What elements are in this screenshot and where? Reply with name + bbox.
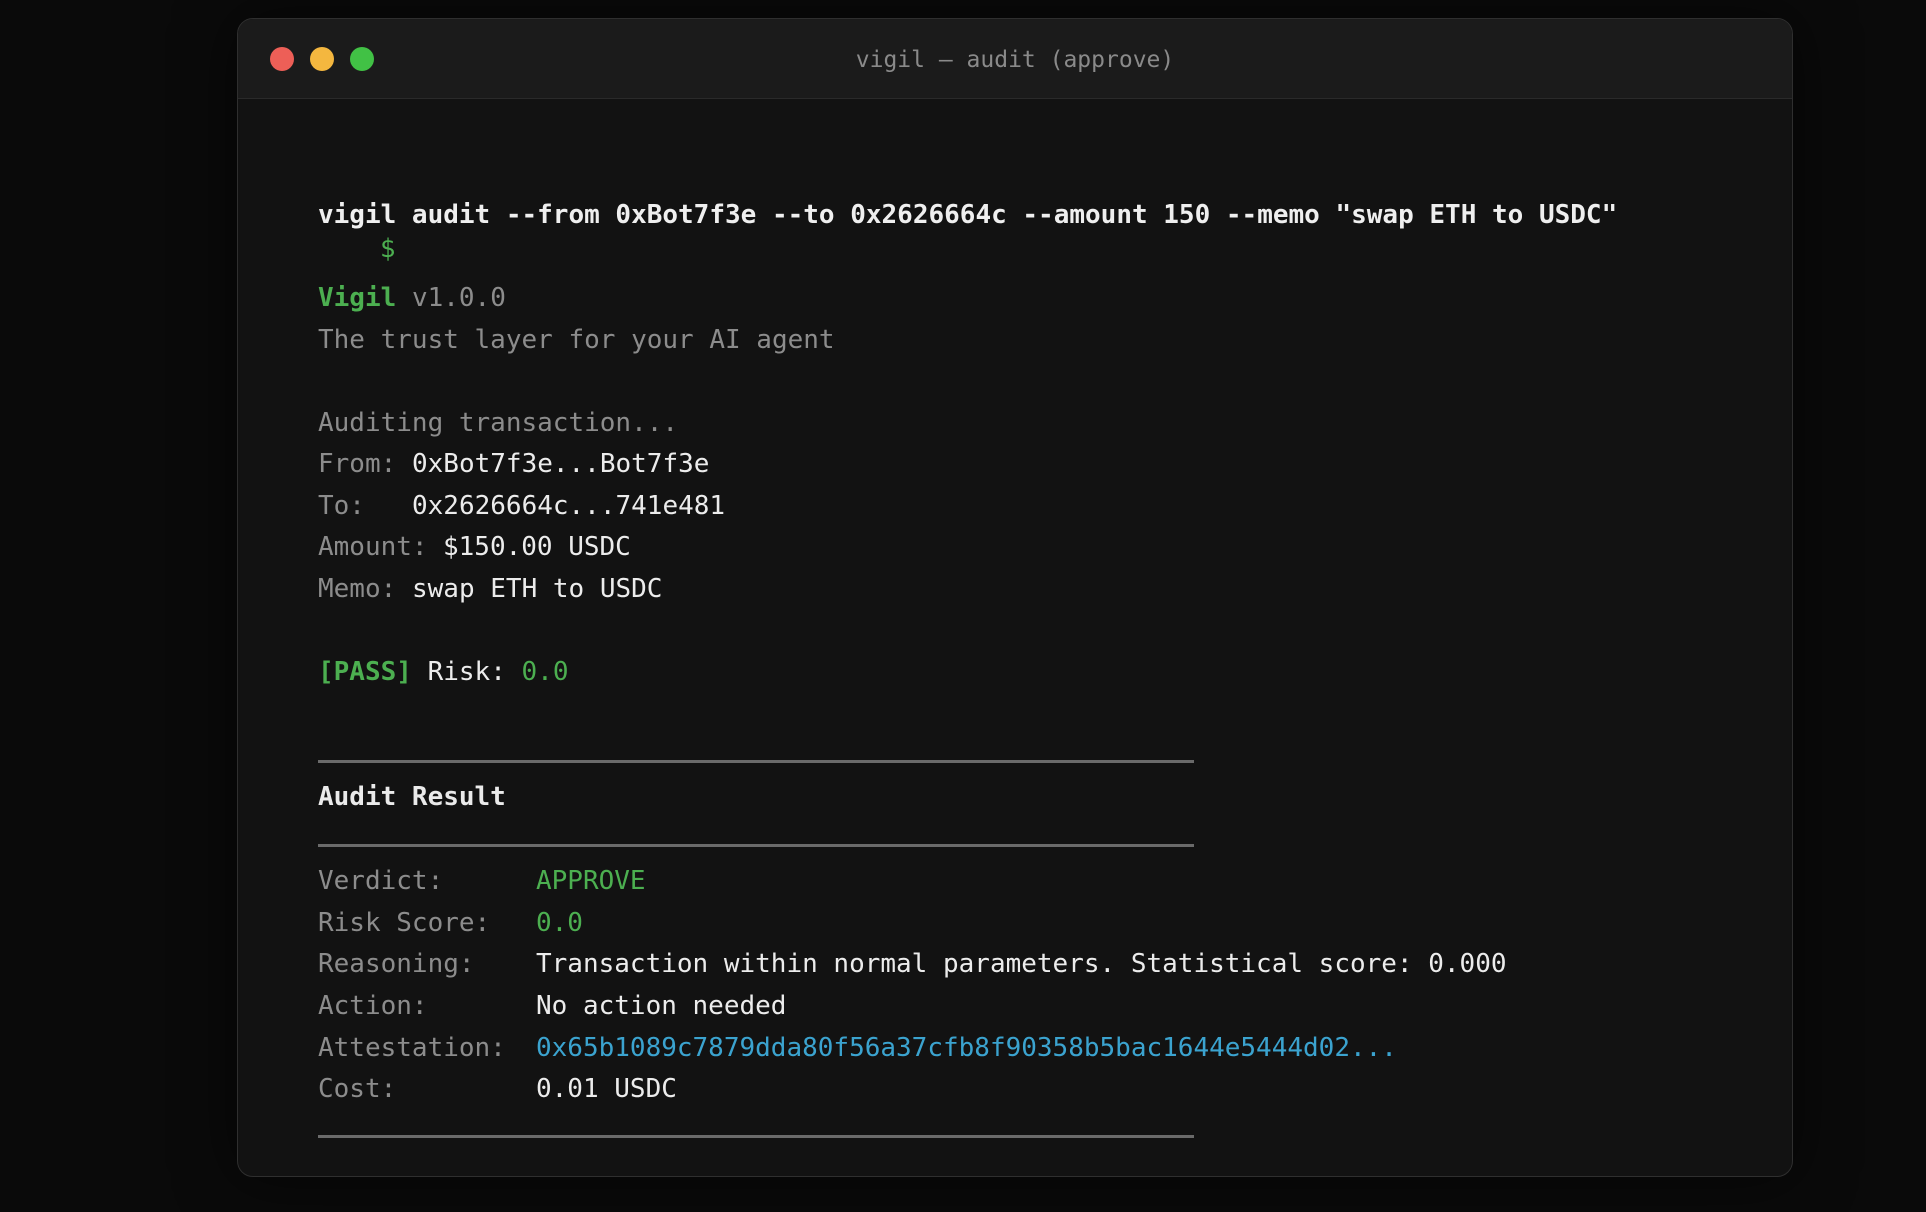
pass-tag: [PASS] [318, 657, 412, 687]
from-label: From: [318, 449, 397, 479]
divider-bottom [318, 1135, 1194, 1138]
amount-value: $150.00 USDC [443, 532, 631, 562]
status-line: Auditing transaction... [318, 408, 679, 438]
verdict-value: APPROVE [536, 866, 646, 896]
window-title: vigil — audit (approve) [855, 47, 1175, 73]
prompt-symbol: $ [379, 234, 396, 264]
memo-value: swap ETH to USDC [412, 574, 663, 604]
action-label: Action: [318, 991, 428, 1021]
reasoning-value: Transaction within normal parameters. St… [536, 949, 1507, 979]
risk-value: 0.0 [521, 657, 569, 687]
app-version: v1.0.0 [411, 283, 506, 313]
risk-score-label: Risk Score: [318, 908, 491, 938]
title-bar: vigil — audit (approve) [238, 19, 1792, 99]
to-value: 0x2626664c...741e481 [412, 491, 726, 521]
app-tagline: The trust layer for your AI agent [318, 325, 835, 355]
attestation-value[interactable]: 0x65b1089c7879dda80f56a37cfb8f90358b5bac… [536, 1031, 1397, 1065]
result-heading: Audit Result [318, 782, 506, 812]
cost-value: 0.01 USDC [536, 1074, 677, 1104]
risk-label: Risk: [427, 657, 506, 687]
reasoning-label: Reasoning: [318, 949, 475, 979]
verdict-label: Verdict: [318, 866, 444, 896]
terminal-window: vigil — audit (approve) $ vigil audit --… [237, 18, 1793, 1177]
attestation-label: Attestation: [318, 1033, 506, 1063]
from-value: 0xBot7f3e...Bot7f3e [412, 449, 710, 479]
app-header: Vigil v1.0.0 [318, 281, 506, 315]
memo-label: Memo: [318, 574, 397, 604]
app-name: Vigil [318, 283, 397, 313]
command-text: vigil audit --from 0xBot7f3e --to 0x2626… [318, 200, 1618, 230]
divider-middle [318, 844, 1194, 847]
pass-line: [PASS] Risk: 0.0 [318, 655, 568, 689]
terminal-output[interactable]: $ vigil audit --from 0xBot7f3e --to 0x26… [238, 99, 1792, 1176]
amount-label: Amount: [318, 532, 428, 562]
divider-top [318, 760, 1194, 763]
to-label: To: [318, 491, 365, 521]
action-value: No action needed [536, 991, 787, 1021]
cost-label: Cost: [318, 1074, 397, 1104]
risk-score-value: 0.0 [536, 908, 583, 938]
